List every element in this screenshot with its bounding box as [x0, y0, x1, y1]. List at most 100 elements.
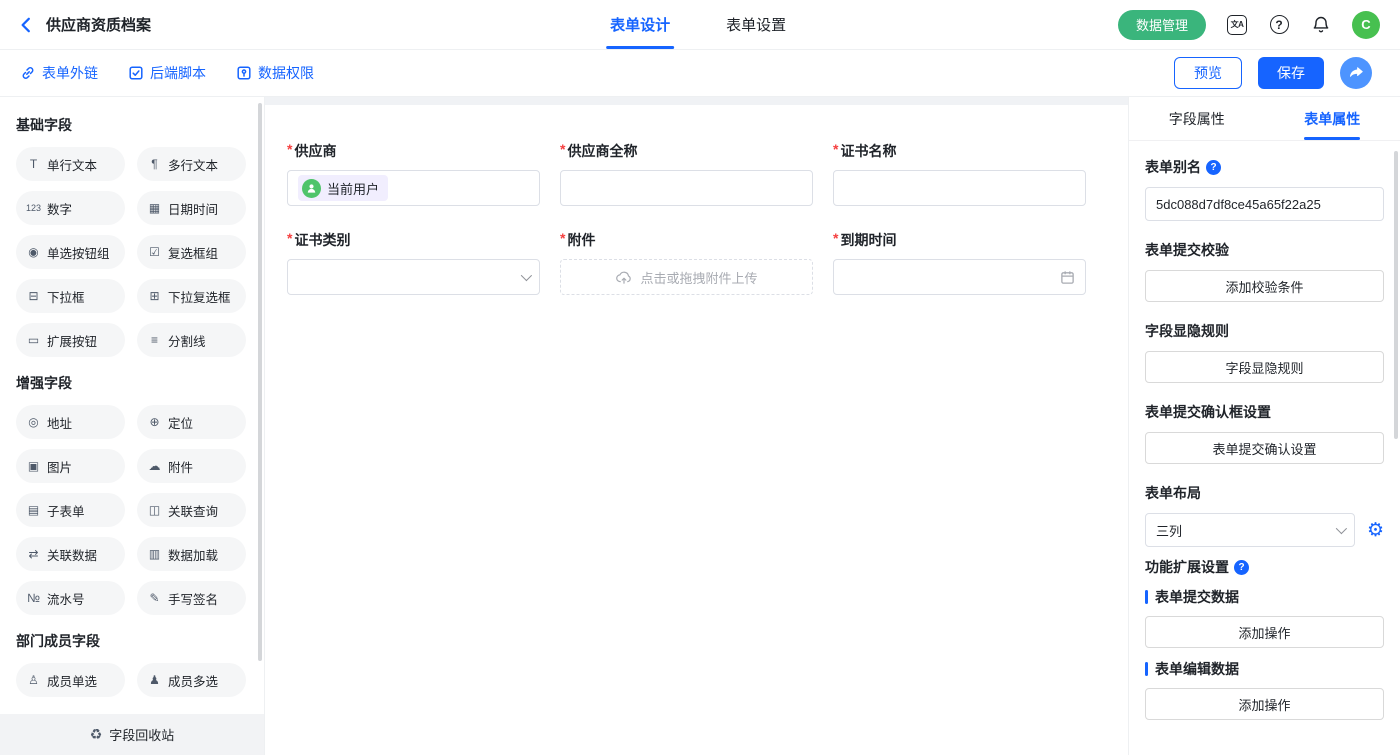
properties-panel: 字段属性 表单属性 表单别名 ? 表单提交校验 添加校验条件 字段显隐规则 字段… [1128, 97, 1400, 755]
extension-help-icon[interactable]: ? [1234, 560, 1249, 575]
form-alias-help-icon[interactable]: ? [1206, 160, 1221, 175]
field-grid: ♙成员单选 ♟成员多选 [16, 663, 246, 697]
submit-confirm-label: 表单提交确认框设置 [1145, 402, 1271, 422]
field-visibility-button[interactable]: 字段显隐规则 [1145, 351, 1384, 383]
form-external-link-label: 表单外链 [42, 63, 98, 83]
form-layout-select[interactable]: 三列 [1145, 513, 1355, 547]
field-type-subform[interactable]: ▤ 子表单 [16, 493, 125, 527]
bell-icon[interactable] [1310, 14, 1332, 36]
textarea-icon: ¶ [147, 157, 162, 171]
upload-placeholder: 点击或拖拽附件上传 [640, 268, 757, 287]
submit-confirm-button[interactable]: 表单提交确认设置 [1145, 432, 1384, 464]
field-type-label: 数字 [47, 199, 72, 218]
field-type-checkbox-group[interactable]: ☑ 复选框组 [137, 235, 246, 269]
subform-icon: ▤ [26, 503, 41, 517]
field-type-label: 下拉复选框 [168, 287, 231, 306]
form-external-link[interactable]: 表单外链 [20, 63, 98, 83]
form-field-certificate-type[interactable]: * 证书类别 [287, 230, 540, 295]
multi-dropdown-icon: ⊞ [147, 289, 162, 303]
current-user-tag[interactable]: 当前用户 [298, 175, 388, 201]
tab-form-design[interactable]: 表单设计 [606, 0, 674, 49]
cloud-icon: ☁ [147, 459, 162, 473]
avatar[interactable]: C [1352, 11, 1380, 39]
field-type-relation-query[interactable]: ◫关联查询 [137, 493, 246, 527]
field-type-label: 定位 [168, 413, 193, 432]
submit-data-add-action-button[interactable]: 添加操作 [1145, 616, 1384, 648]
field-type-data-load[interactable]: ▥数据加载 [137, 537, 246, 571]
field-type-label: 流水号 [47, 589, 85, 608]
field-type-signature[interactable]: ✎手写签名 [137, 581, 246, 615]
field-type-member-single[interactable]: ♙成员单选 [16, 663, 125, 697]
tab-form-properties[interactable]: 表单属性 [1265, 97, 1400, 140]
field-type-address[interactable]: ◎地址 [16, 405, 125, 439]
field-type-label: 数据加载 [168, 545, 218, 564]
field-type-select[interactable]: ⊟下拉框 [16, 279, 125, 313]
data-manage-button[interactable]: 数据管理 [1118, 10, 1206, 40]
text-icon: T [26, 157, 41, 171]
share-button[interactable] [1340, 57, 1372, 89]
field-type-label: 子表单 [47, 501, 85, 520]
link-icon [20, 65, 36, 81]
field-type-label: 复选框组 [168, 243, 218, 262]
translate-icon[interactable]: 文A [1226, 14, 1248, 36]
field-type-member-multi[interactable]: ♟成员多选 [137, 663, 246, 697]
save-button[interactable]: 保存 [1258, 57, 1324, 89]
form-field-certificate-name[interactable]: * 证书名称 [833, 141, 1086, 206]
preview-button[interactable]: 预览 [1174, 57, 1242, 89]
field-recycle-bin[interactable]: ♻ 字段回收站 [0, 714, 264, 755]
field-type-datetime[interactable]: ▦日期时间 [137, 191, 246, 225]
field-type-geolocation[interactable]: ⊕定位 [137, 405, 246, 439]
supplier-input[interactable]: 当前用户 [287, 170, 540, 206]
supplier-full-name-input[interactable] [560, 170, 813, 206]
field-type-relation-data[interactable]: ⇄关联数据 [16, 537, 125, 571]
tab-field-properties[interactable]: 字段属性 [1129, 97, 1265, 140]
checkbox-icon: ☑ [147, 245, 162, 259]
field-type-radio-group[interactable]: ◉单选按钮组 [16, 235, 125, 269]
form-toolbar: 表单外链 后端脚本 数据权限 预览 保存 [0, 50, 1400, 97]
field-type-serial-number[interactable]: №流水号 [16, 581, 125, 615]
section-marker [1145, 590, 1148, 604]
field-type-extend-button[interactable]: ▭扩展按钮 [16, 323, 125, 357]
users-icon: ♟ [147, 673, 162, 687]
field-type-single-line-text[interactable]: T单行文本 [16, 147, 125, 181]
back-button[interactable] [16, 15, 36, 35]
field-type-multi-select[interactable]: ⊞ 下拉复选框 [137, 279, 246, 313]
header-tabs: 表单设计 表单设置 [606, 0, 790, 49]
sidebar-scrollbar[interactable] [258, 103, 262, 661]
relation-data-icon: ⇄ [26, 547, 41, 561]
add-validation-button[interactable]: 添加校验条件 [1145, 270, 1384, 302]
form-alias-input[interactable] [1145, 187, 1384, 221]
field-type-divider[interactable]: ≡分割线 [137, 323, 246, 357]
required-mark: * [833, 230, 838, 250]
form-field-attachment[interactable]: * 附件 点击或拖拽附件上传 [560, 230, 813, 295]
button-icon: ▭ [26, 333, 41, 347]
attachment-upload-area[interactable]: 点击或拖拽附件上传 [560, 259, 813, 295]
gear-icon[interactable]: ⚙ [1367, 521, 1384, 540]
sidebar-section-title: 部门成员字段 [16, 631, 246, 651]
certificate-name-input[interactable] [833, 170, 1086, 206]
script-icon [128, 65, 144, 81]
field-label: 附件 [567, 230, 595, 250]
edit-data-add-action-button[interactable]: 添加操作 [1145, 688, 1384, 720]
help-icon[interactable]: ? [1268, 14, 1290, 36]
field-type-number[interactable]: 123数字 [16, 191, 125, 225]
tab-form-settings[interactable]: 表单设置 [722, 0, 790, 49]
form-field-supplier[interactable]: * 供应商 当前用户 [287, 141, 540, 206]
user-icon: ♙ [26, 673, 41, 687]
expiry-date-input[interactable] [833, 259, 1086, 295]
data-permission-link[interactable]: 数据权限 [236, 63, 314, 83]
field-grid: ◎地址 ⊕定位 ▣图片 ☁附件 ▤ 子表单 ◫关联查询 ⇄关联数据 ▥数据加载 №流水号 ✎手写签名 [16, 405, 246, 615]
certificate-type-select[interactable] [287, 259, 540, 295]
form-field-supplier-full-name[interactable]: * 供应商全称 [560, 141, 813, 206]
properties-scrollbar[interactable] [1394, 151, 1398, 439]
field-type-attachment[interactable]: ☁附件 [137, 449, 246, 483]
form-field-expiry-time[interactable]: * 到期时间 [833, 230, 1086, 295]
field-type-label: 地址 [47, 413, 72, 432]
required-mark: * [560, 141, 565, 161]
field-type-image[interactable]: ▣图片 [16, 449, 125, 483]
required-mark: * [833, 141, 838, 161]
backend-script-link[interactable]: 后端脚本 [128, 63, 206, 83]
form-design-canvas: * 供应商 当前用户 * 供 [265, 97, 1128, 755]
field-type-multi-line-text[interactable]: ¶多行文本 [137, 147, 246, 181]
form-alias-label: 表单别名 [1145, 157, 1201, 177]
